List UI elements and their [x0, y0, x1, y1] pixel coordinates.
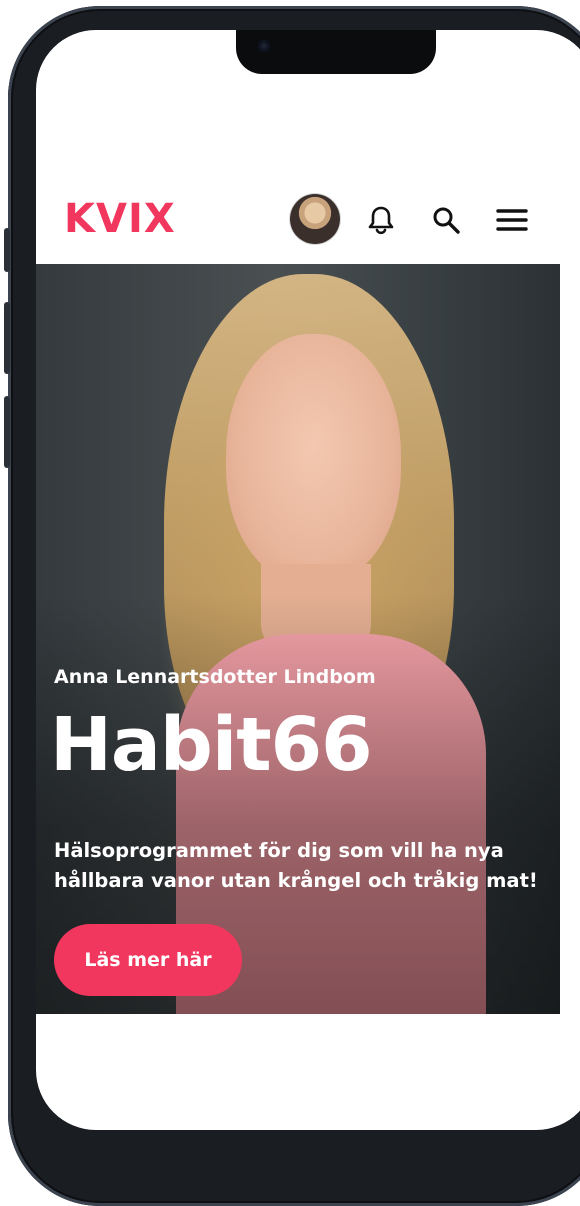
- phone-volume-down-button: [4, 396, 10, 468]
- app-header: KVIX: [36, 180, 560, 264]
- phone-volume-up-button: [4, 302, 10, 374]
- notch: [236, 30, 436, 74]
- hero-author: Anna Lennartsdotter Lindbom: [54, 666, 376, 688]
- menu-icon[interactable]: [492, 200, 532, 240]
- read-more-button[interactable]: Läs mer här: [54, 924, 242, 996]
- hero-description: Hälsoprogrammet för dig som vill ha nya …: [54, 839, 538, 892]
- phone-screen: KVIX Anna Lennartsdotter Lindbom Habit66…: [36, 30, 580, 1130]
- kvix-logo[interactable]: KVIX: [64, 196, 176, 242]
- hero-title: Habit66: [50, 702, 373, 788]
- front-camera: [258, 40, 270, 52]
- bell-icon[interactable]: [361, 200, 401, 240]
- hero-banner: Anna Lennartsdotter Lindbom Habit66 Häls…: [36, 264, 560, 1014]
- search-icon[interactable]: [426, 200, 466, 240]
- avatar[interactable]: [290, 194, 340, 244]
- hero-photo-face: [226, 334, 401, 584]
- phone-mute-switch: [4, 228, 10, 272]
